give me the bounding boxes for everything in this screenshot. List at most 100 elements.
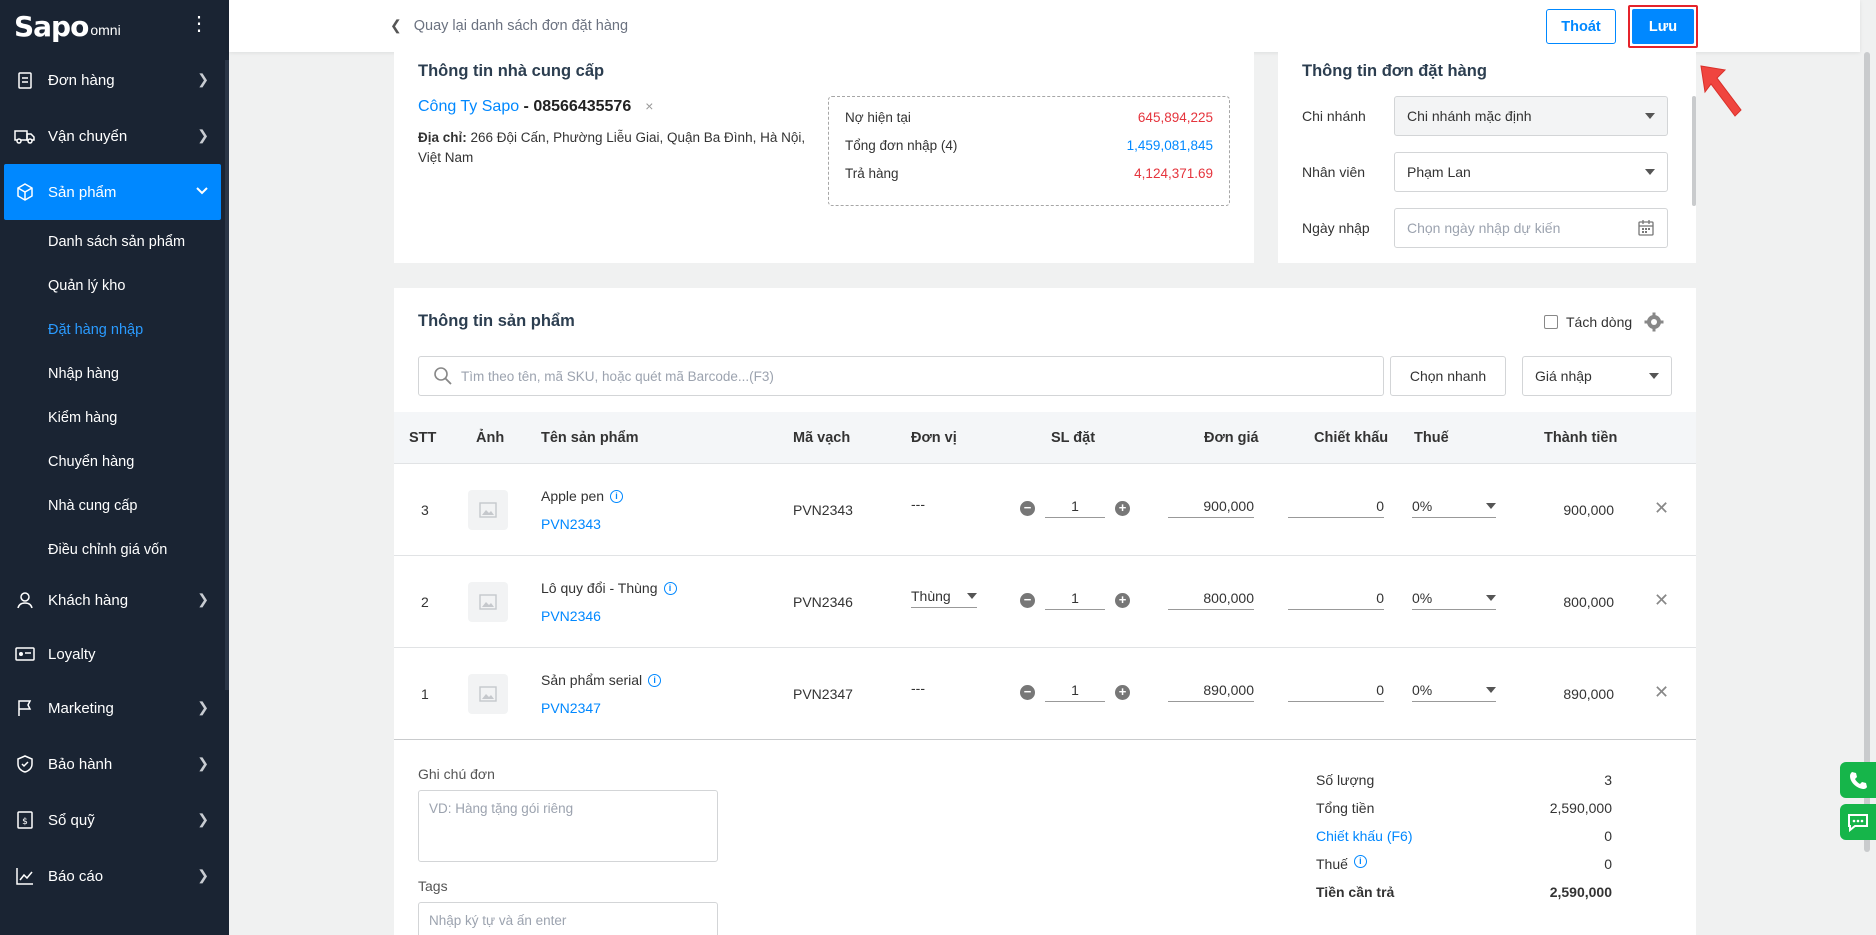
summary-discount-link[interactable]: Chiết khấu (F6) [1316, 828, 1412, 844]
supplier-name-link[interactable]: Công Ty Sapo [418, 98, 519, 115]
info-icon[interactable]: i [648, 673, 662, 687]
quantity-input[interactable]: 1 [1045, 498, 1105, 518]
quantity-input[interactable]: 1 [1045, 590, 1105, 610]
quick-select-button[interactable]: Chọn nhanh [1390, 356, 1506, 396]
split-lines-checkbox[interactable] [1544, 315, 1558, 329]
plus-icon[interactable]: + [1115, 500, 1130, 516]
price-input[interactable]: 900,000 [1168, 498, 1254, 518]
row-barcode: PVN2347 [793, 686, 853, 702]
tax-select[interactable]: 0% [1412, 682, 1496, 702]
tax-value: 0% [1412, 590, 1433, 606]
info-icon[interactable]: i [663, 581, 677, 595]
sidebar-item-customers[interactable]: Khách hàng ❯ [0, 572, 229, 628]
product-search-input[interactable] [461, 368, 1383, 384]
chevron-right-icon: ❯ [197, 591, 209, 607]
truck-icon [14, 125, 36, 147]
sidebar-subitem-stocktake[interactable]: Kiểm hàng [0, 396, 229, 440]
sidebar-item-marketing[interactable]: Marketing ❯ [0, 680, 229, 736]
staff-label: Nhân viên [1302, 164, 1366, 180]
remove-row-icon[interactable]: ✕ [1654, 682, 1669, 703]
gear-icon[interactable] [1644, 312, 1664, 332]
row-product-sku-link[interactable]: PVN2346 [541, 608, 601, 624]
discount-input[interactable]: 0 [1288, 590, 1384, 610]
supplier-name-line: Công Ty Sapo - 08566435576 × [418, 98, 653, 116]
sidebar-subitem-product-list[interactable]: Danh sách sản phẩm [0, 220, 229, 264]
calendar-icon[interactable] [1637, 219, 1655, 237]
row-product-sku-link[interactable]: PVN2347 [541, 700, 601, 716]
minus-icon[interactable]: − [1020, 684, 1035, 700]
col-price: Đơn giá [1204, 430, 1259, 446]
info-icon[interactable]: i [1353, 854, 1367, 868]
sidebar-item-reports[interactable]: Báo cáo ❯ [0, 848, 229, 904]
search-icon [434, 367, 452, 385]
summary-tax-row: Thuế i 0 [1316, 854, 1612, 872]
sidebar-item-products[interactable]: Sản phẩm [4, 164, 221, 220]
price-input[interactable]: 890,000 [1168, 682, 1254, 702]
row-stt: 1 [421, 686, 429, 702]
row-barcode: PVN2346 [793, 594, 853, 610]
tags-input[interactable]: Nhập ký tự và ấn enter [418, 902, 718, 935]
summary-pay-value: 2,590,000 [1549, 884, 1612, 900]
product-name-text: Apple pen [541, 488, 605, 504]
discount-input[interactable]: 0 [1288, 682, 1384, 702]
sidebar-subitem-inventory[interactable]: Quản lý kho [0, 264, 229, 308]
main-scrollbar[interactable] [1864, 52, 1870, 852]
sidebar-scrollbar[interactable] [225, 60, 229, 690]
discount-input[interactable]: 0 [1288, 498, 1384, 518]
sidebar-item-loyalty[interactable]: Loyalty [0, 628, 229, 680]
branch-select[interactable]: Chi nhánh mặc định [1394, 96, 1668, 136]
staff-value: Phạm Lan [1407, 164, 1471, 180]
remove-supplier-icon[interactable]: × [645, 98, 653, 114]
back-link[interactable]: ❮ Quay lại danh sách đơn đặt hàng [390, 17, 628, 34]
sidebar-item-label: Báo cáo [48, 867, 104, 885]
order-card-scrollbar[interactable] [1692, 96, 1696, 206]
note-textarea[interactable]: VD: Hàng tặng gói riêng [418, 790, 718, 862]
shield-icon [14, 753, 36, 775]
sidebar-subitem-cost-adjust[interactable]: Điều chỉnh giá vốn [0, 528, 229, 572]
staff-select[interactable]: Phạm Lan [1394, 152, 1668, 192]
sidebar-subitem-suppliers[interactable]: Nhà cung cấp [0, 484, 229, 528]
supplier-card: Thông tin nhà cung cấp Công Ty Sapo - 08… [394, 52, 1254, 263]
sidebar-item-label: Sản phẩm [48, 183, 117, 201]
sidebar-item-label: Marketing [48, 699, 114, 717]
minus-icon[interactable]: − [1020, 592, 1035, 608]
call-icon[interactable] [1840, 762, 1876, 798]
sapo-logo[interactable]: Sapo omni ⋮ [0, 0, 229, 52]
card-icon [14, 643, 36, 665]
remove-row-icon[interactable]: ✕ [1654, 590, 1669, 611]
col-stt: STT [409, 430, 437, 446]
save-button[interactable]: Lưu [1632, 9, 1694, 44]
exit-button[interactable]: Thoát [1546, 9, 1616, 44]
split-lines-toggle[interactable]: Tách dòng [1544, 312, 1664, 332]
tax-select[interactable]: 0% [1412, 498, 1496, 518]
summary-pay-label: Tiền cần trả [1316, 884, 1395, 900]
sidebar-item-shipping[interactable]: Vận chuyển ❯ [0, 108, 229, 164]
price-input[interactable]: 800,000 [1168, 590, 1254, 610]
debt-total-value[interactable]: 1,459,081,845 [1127, 138, 1213, 166]
date-input[interactable]: Chọn ngày nhập dự kiến [1394, 208, 1668, 248]
info-icon[interactable]: i [610, 489, 624, 503]
date-label: Ngày nhập [1302, 220, 1370, 236]
sidebar-item-cashbook[interactable]: $ Sổ quỹ ❯ [0, 792, 229, 848]
sidebar-subitem-transfer[interactable]: Chuyển hàng [0, 440, 229, 484]
quantity-input[interactable]: 1 [1045, 682, 1105, 702]
unit-select[interactable]: Thùng [911, 588, 977, 608]
row-product-sku-link[interactable]: PVN2343 [541, 516, 601, 532]
supplier-phone: - 08566435576 [519, 98, 632, 115]
row-stt: 2 [421, 594, 429, 610]
price-type-select[interactable]: Giá nhập [1522, 356, 1672, 396]
sidebar-item-warranty[interactable]: Bảo hành ❯ [0, 736, 229, 792]
chat-icon[interactable] [1840, 804, 1876, 840]
sidebar-subitem-purchase-orders[interactable]: Đặt hàng nhập [0, 308, 229, 352]
minus-icon[interactable]: − [1020, 500, 1035, 516]
sidebar-item-orders[interactable]: Đơn hàng ❯ [0, 52, 229, 108]
sidebar-subitem-receive[interactable]: Nhập hàng [0, 352, 229, 396]
supplier-title: Thông tin nhà cung cấp [418, 62, 605, 80]
product-search[interactable] [418, 356, 1384, 396]
tax-select[interactable]: 0% [1412, 590, 1496, 610]
plus-icon[interactable]: + [1115, 592, 1130, 608]
plus-icon[interactable]: + [1115, 684, 1130, 700]
chevron-right-icon: ❯ [197, 71, 209, 87]
remove-row-icon[interactable]: ✕ [1654, 498, 1669, 519]
more-vertical-icon[interactable]: ⋮ [189, 14, 209, 34]
